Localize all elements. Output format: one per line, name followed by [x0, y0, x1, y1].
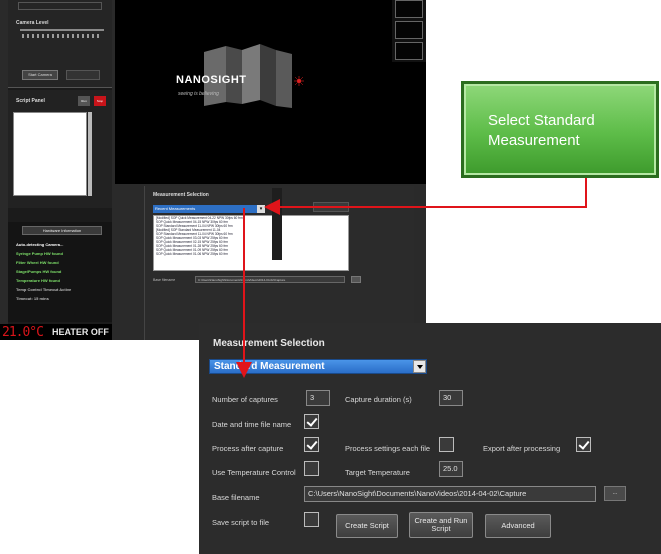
start-camera-button[interactable]: Start Camera [22, 70, 58, 80]
camera-level-ticks [22, 34, 102, 38]
capture-duration-input[interactable]: 30 [439, 390, 463, 406]
hardware-line: Temperature HW found [16, 278, 60, 283]
recent-measurements-list[interactable]: [Modified] SOP Quick Measurement 04-22 N… [153, 215, 349, 271]
target-temp-label: Target Temperature [345, 468, 410, 477]
create-and-run-script-button[interactable]: Create and Run Script [409, 512, 473, 538]
hardware-line: Auto-detecting Camera... [16, 242, 64, 247]
stop-camera-button[interactable] [66, 70, 100, 80]
process-each-checkbox[interactable] [439, 437, 454, 452]
export-after-checkbox[interactable] [576, 437, 591, 452]
script-panel-label: Script Panel [16, 98, 45, 104]
measurement-selection-zoomed: Measurement Selection Standard Measureme… [199, 323, 661, 554]
base-filename-label: Base filename [212, 493, 260, 502]
date-time-checkbox[interactable] [304, 414, 319, 429]
vertical-tabs[interactable] [272, 188, 282, 260]
number-of-captures-input[interactable]: 3 [306, 390, 330, 406]
logo-sight: SIGHT [210, 74, 247, 86]
base-filename-label-small: Base filename [153, 278, 176, 282]
software-screenshot: Camera Level Start Camera Script Panel R… [0, 0, 426, 340]
logo-wordmark: NANOSIGHT [176, 74, 247, 86]
list-item[interactable]: SOP Quick Measurement 01-06 NPW 25fps 60… [154, 252, 348, 256]
chevron-down-icon[interactable] [413, 360, 426, 373]
callout-box: Select Standard Measurement [461, 81, 659, 178]
process-after-checkbox[interactable] [304, 437, 319, 452]
save-script-label: Save script to file [212, 518, 270, 527]
date-time-label: Date and time file name [212, 420, 292, 429]
hardware-panel: Hardware Information Auto-detecting Came… [8, 222, 112, 322]
camera-level-label: Camera Level [16, 20, 49, 26]
target-temp-input[interactable]: 25.0 [439, 461, 463, 477]
heater-display: 21.0°C HEATER OFF [0, 324, 112, 340]
stop-script-button[interactable]: Stop [94, 96, 106, 106]
logo-tagline: seeing is believing [178, 91, 219, 97]
heater-status: HEATER OFF [52, 327, 109, 337]
hardware-line: Timeout: 15 mins [16, 296, 49, 301]
thumbnail[interactable] [395, 42, 423, 60]
heater-temperature: 21.0°C [2, 325, 44, 340]
hardware-title: Hardware Information [22, 226, 102, 235]
side-thumbnails [392, 0, 426, 62]
capture-duration-label: Capture duration (s) [345, 395, 412, 404]
save-script-checkbox[interactable] [304, 512, 319, 527]
advanced-button[interactable]: Advanced [485, 514, 551, 538]
hardware-line: Stage/Pumps HW found [16, 269, 62, 274]
zoom-title: Measurement Selection [213, 338, 325, 349]
script-panel: Script Panel Run Stop [8, 90, 112, 208]
laser-spark-icon [294, 76, 304, 86]
process-after-label: Process after capture [212, 444, 284, 453]
run-script-button[interactable]: Run [78, 96, 90, 106]
camera-top-box [18, 2, 102, 10]
measurement-title-small: Measurement Selection [153, 192, 209, 198]
hardware-line: Temp Control Timeout Active [16, 287, 72, 292]
use-temp-checkbox[interactable] [304, 461, 319, 476]
browse-button[interactable]: ... [604, 486, 626, 501]
process-each-label: Process settings each file [345, 444, 431, 453]
base-filename-input[interactable]: C:\Users\NanoSight\Documents\NanoVideos\… [304, 486, 596, 502]
disabled-button [313, 202, 349, 212]
thumbnail[interactable] [395, 21, 423, 39]
camera-panel: Camera Level Start Camera [8, 0, 112, 88]
thumbnail[interactable] [395, 0, 423, 18]
create-script-button[interactable]: Create Script [336, 514, 398, 538]
camera-level-slider[interactable] [20, 29, 104, 31]
browse-button-small[interactable] [351, 276, 361, 283]
measurement-dropdown-small[interactable]: Recent Measurements [153, 205, 265, 213]
callout-text: Select Standard Measurement [488, 112, 595, 149]
use-temp-label: Use Temperature Control [212, 468, 296, 477]
export-after-label: Export after processing [483, 444, 561, 453]
hardware-line: Filter Wheel HW found [16, 260, 59, 265]
script-text-area[interactable] [13, 112, 87, 196]
base-filename-field-small[interactable]: C:\Users\NanoSight\Documents\NanoVideos\… [195, 276, 345, 283]
script-scrollbar[interactable] [88, 112, 92, 196]
hardware-line: Syringe Pump HW found [16, 251, 63, 256]
logo-nano: NANO [176, 74, 211, 86]
measurement-dropdown[interactable]: Standard Measurement [209, 359, 427, 374]
number-of-captures-label: Number of captures [212, 395, 278, 404]
chevron-down-icon[interactable]: ▾ [257, 205, 265, 213]
left-column: Camera Level Start Camera Script Panel R… [8, 0, 112, 340]
